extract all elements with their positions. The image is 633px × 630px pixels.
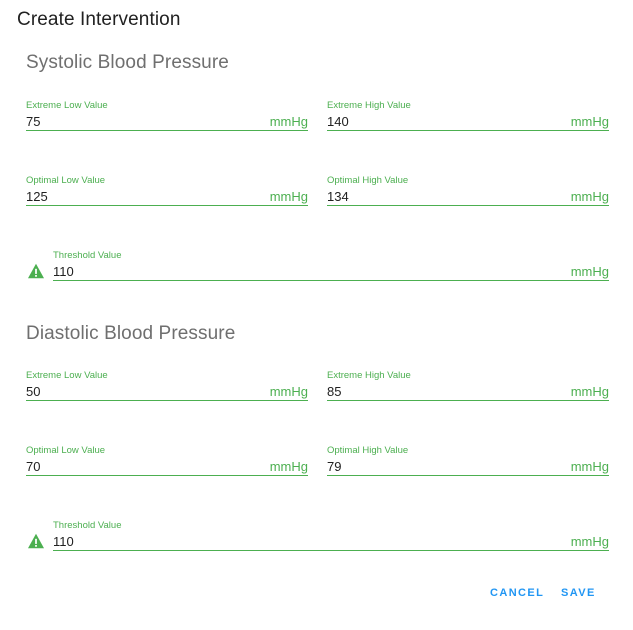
diastolic-extreme-low-field: Extreme Low Value mmHg xyxy=(26,370,308,406)
diastolic-optimal-high-field: Optimal High Value mmHg xyxy=(327,445,609,481)
unit-suffix: mmHg xyxy=(269,384,308,399)
systolic-threshold-input[interactable] xyxy=(53,262,563,280)
field-underline xyxy=(327,400,609,401)
unit-suffix: mmHg xyxy=(269,114,308,129)
unit-suffix: mmHg xyxy=(570,114,609,129)
field-underline xyxy=(53,280,609,281)
field-label: Optimal Low Value xyxy=(26,175,106,186)
unit-suffix: mmHg xyxy=(269,189,308,204)
unit-suffix: mmHg xyxy=(570,264,609,279)
warning-icon xyxy=(28,533,44,549)
field-label: Optimal High Value xyxy=(327,175,409,186)
diastolic-optimal-high-input[interactable] xyxy=(327,457,563,475)
systolic-extreme-low-field: Extreme Low Value mmHg xyxy=(26,100,308,136)
field-label: Optimal High Value xyxy=(327,445,409,456)
cancel-button[interactable]: CANCEL xyxy=(490,587,544,599)
field-label: Extreme Low Value xyxy=(26,370,108,381)
field-underline xyxy=(327,130,609,131)
unit-suffix: mmHg xyxy=(570,189,609,204)
warning-icon xyxy=(28,263,44,279)
systolic-optimal-low-input[interactable] xyxy=(26,187,262,205)
field-label: Extreme High Value xyxy=(327,370,411,381)
field-underline xyxy=(26,130,308,131)
diastolic-threshold-field: Threshold Value mmHg xyxy=(53,520,609,556)
field-underline xyxy=(26,400,308,401)
field-label: Extreme High Value xyxy=(327,100,411,111)
diastolic-optimal-low-input[interactable] xyxy=(26,457,262,475)
unit-suffix: mmHg xyxy=(570,384,609,399)
unit-suffix: mmHg xyxy=(570,534,609,549)
unit-suffix: mmHg xyxy=(570,459,609,474)
diastolic-threshold-input[interactable] xyxy=(53,532,563,550)
diastolic-section-title: Diastolic Blood Pressure xyxy=(26,323,236,344)
field-underline xyxy=(327,205,609,206)
dialog-title: Create Intervention xyxy=(17,9,181,30)
systolic-threshold-field: Threshold Value mmHg xyxy=(53,250,609,286)
diastolic-extreme-low-input[interactable] xyxy=(26,382,262,400)
field-label: Extreme Low Value xyxy=(26,100,108,111)
systolic-extreme-low-input[interactable] xyxy=(26,112,262,130)
field-label: Optimal Low Value xyxy=(26,445,106,456)
diastolic-optimal-low-field: Optimal Low Value mmHg xyxy=(26,445,308,481)
unit-suffix: mmHg xyxy=(269,459,308,474)
field-label: Threshold Value xyxy=(53,250,122,261)
field-underline xyxy=(327,475,609,476)
field-underline xyxy=(26,205,308,206)
systolic-optimal-low-field: Optimal Low Value mmHg xyxy=(26,175,308,211)
diastolic-extreme-high-input[interactable] xyxy=(327,382,563,400)
systolic-extreme-high-field: Extreme High Value mmHg xyxy=(327,100,609,136)
field-label: Threshold Value xyxy=(53,520,122,531)
diastolic-extreme-high-field: Extreme High Value mmHg xyxy=(327,370,609,406)
field-underline xyxy=(53,550,609,551)
systolic-section-title: Systolic Blood Pressure xyxy=(26,52,229,73)
systolic-extreme-high-input[interactable] xyxy=(327,112,563,130)
field-underline xyxy=(26,475,308,476)
save-button[interactable]: SAVE xyxy=(561,587,596,599)
systolic-optimal-high-input[interactable] xyxy=(327,187,563,205)
systolic-optimal-high-field: Optimal High Value mmHg xyxy=(327,175,609,211)
